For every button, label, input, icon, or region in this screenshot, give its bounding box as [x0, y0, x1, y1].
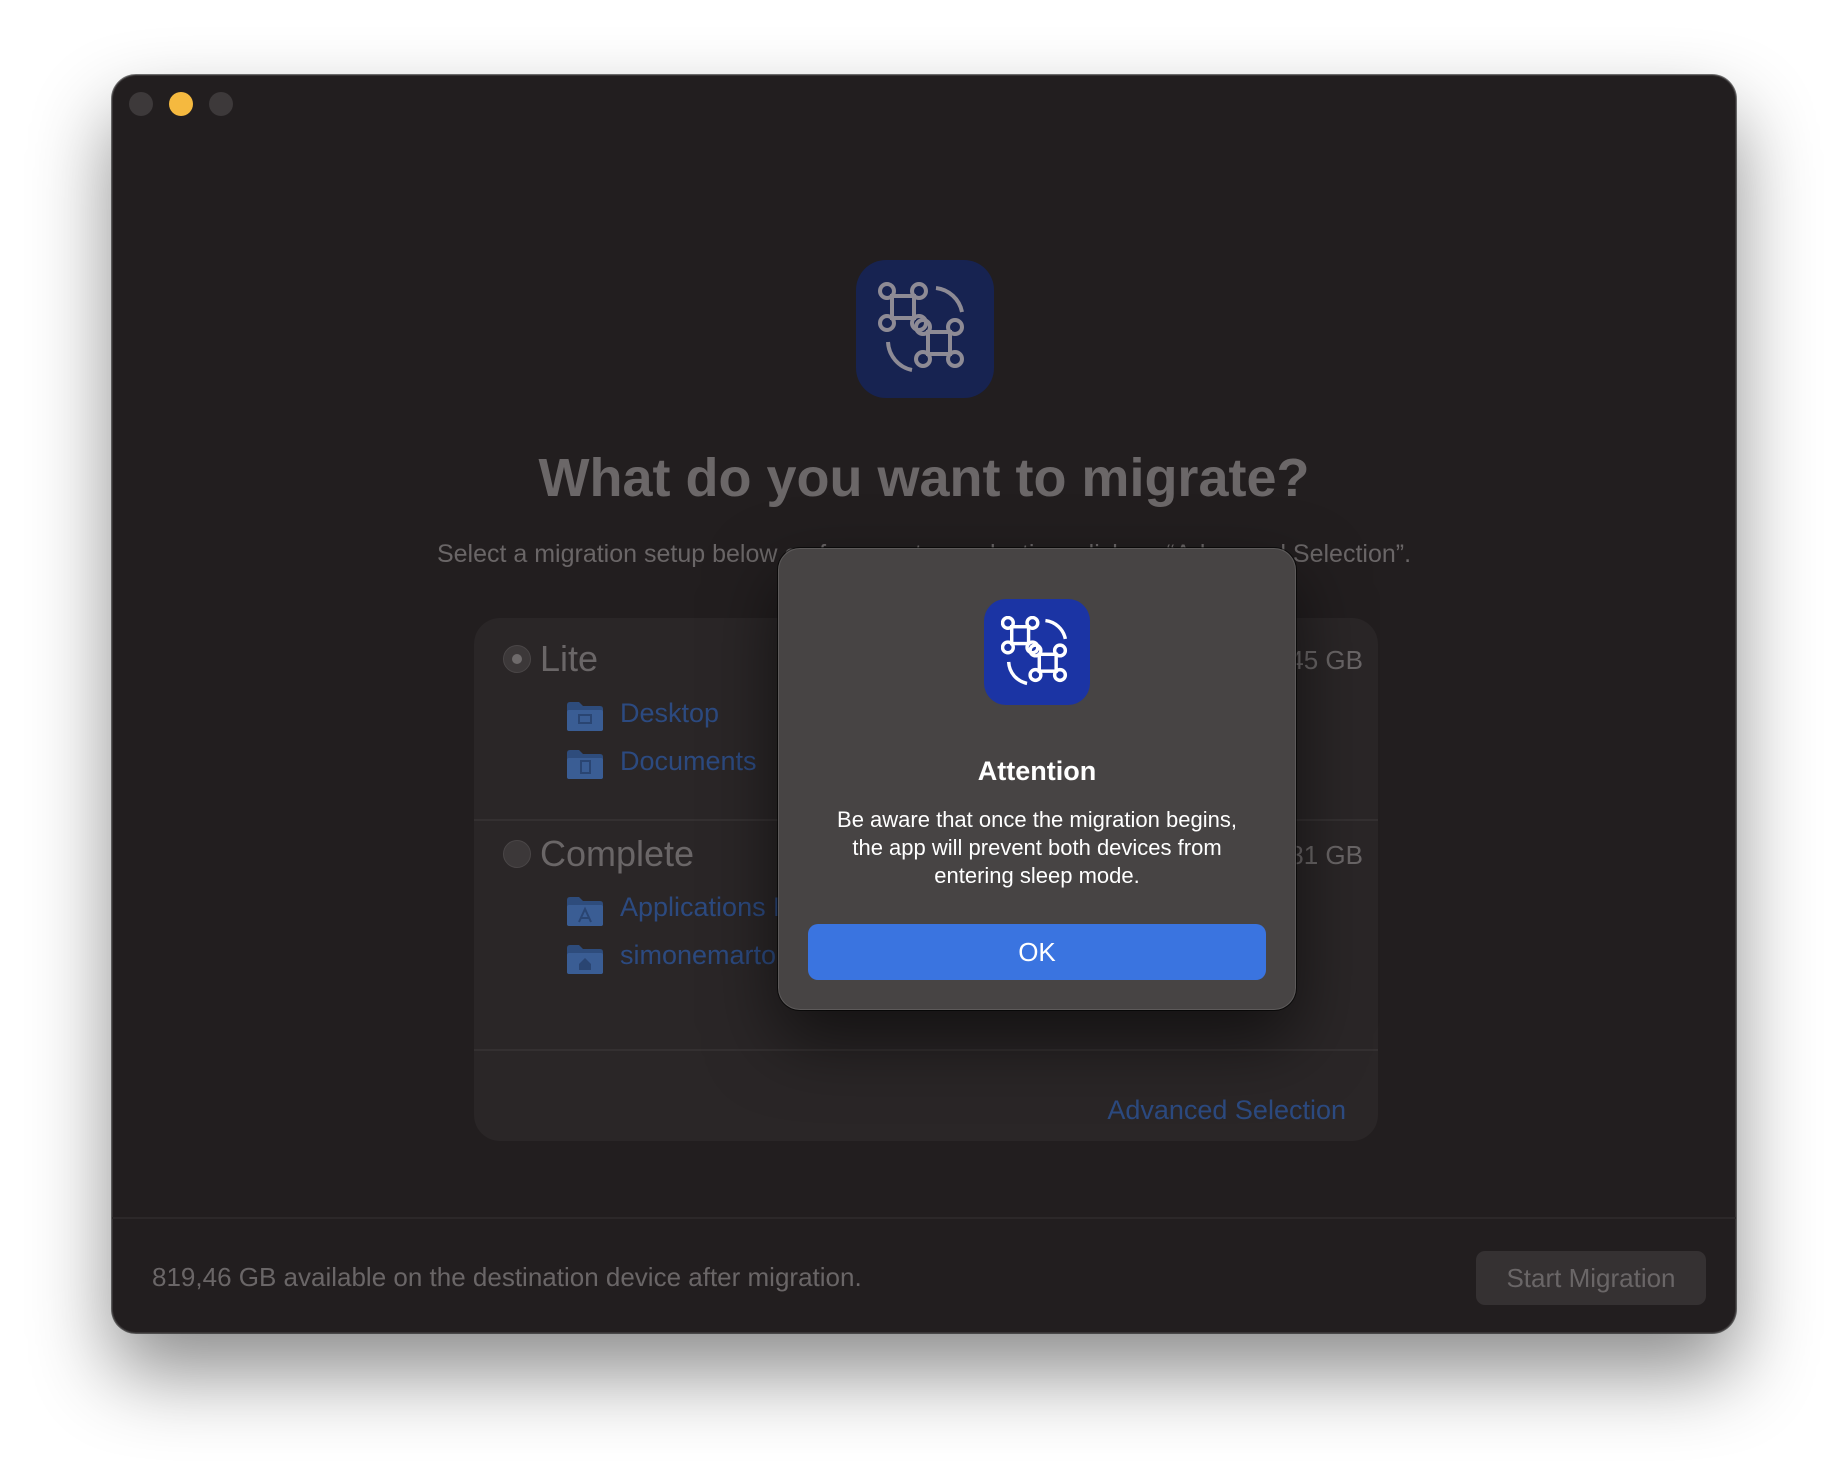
- start-migration-button[interactable]: Start Migration: [1476, 1251, 1706, 1305]
- lite-radio[interactable]: [503, 645, 531, 673]
- minimize-window-button[interactable]: [169, 92, 193, 116]
- zoom-window-button[interactable]: [209, 92, 233, 116]
- documents-folder-icon: [567, 750, 603, 779]
- folder-label: Documents: [620, 746, 757, 776]
- home-folder-icon: [567, 945, 603, 974]
- close-window-button[interactable]: [129, 92, 153, 116]
- available-space-text: 819,46 GB available on the destination d…: [152, 1262, 862, 1292]
- attention-dialog: Attention Be aware that once the migrati…: [778, 548, 1296, 1010]
- option-divider: [474, 1049, 1378, 1051]
- option-title: Complete: [540, 833, 695, 874]
- desktop-folder-icon: [567, 702, 603, 731]
- complete-radio[interactable]: [503, 840, 531, 868]
- app-logo-icon: [984, 599, 1090, 705]
- page-title: What do you want to migrate?: [538, 448, 1310, 508]
- dialog-message: Be aware that once the migration begins,…: [837, 807, 1237, 888]
- advanced-selection-link[interactable]: Advanced Selection: [1107, 1095, 1346, 1126]
- main-window: What do you want to migrate? Select a mi…: [112, 75, 1736, 1333]
- ok-button[interactable]: OK: [808, 924, 1266, 980]
- dialog-title: Attention: [977, 756, 1097, 786]
- folder-label: Desktop: [620, 698, 720, 728]
- app-logo-icon: [856, 260, 994, 398]
- applications-folder-icon: [567, 897, 603, 926]
- footer-divider: [112, 1217, 1736, 1219]
- option-title: Lite: [540, 638, 599, 679]
